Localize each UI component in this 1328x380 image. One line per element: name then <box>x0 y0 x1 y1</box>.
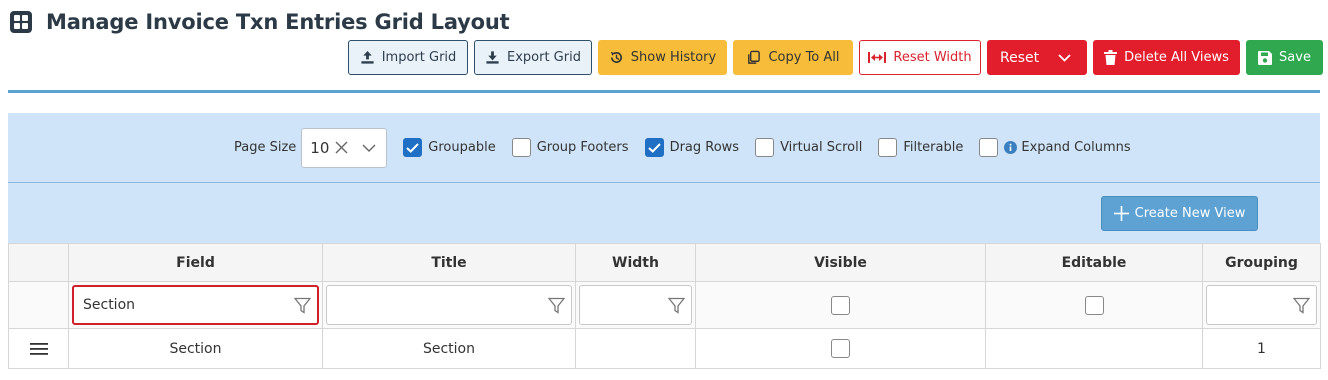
page-size-value: 10 <box>310 138 330 157</box>
filter-cell-grouping <box>1202 281 1321 329</box>
visible-filter-checkbox[interactable] <box>831 295 850 315</box>
filter-cell-width <box>575 281 696 329</box>
grouping-filter-input[interactable] <box>1206 285 1317 325</box>
cell-grouping: 1 <box>1202 328 1321 369</box>
filterable-checkbox[interactable] <box>878 138 898 157</box>
create-new-view-button[interactable]: Create New View <box>1101 196 1258 231</box>
filter-icon[interactable] <box>294 297 311 314</box>
chevron-down-icon[interactable] <box>1050 41 1086 74</box>
column-header-visible[interactable]: Visible <box>695 243 986 282</box>
groupable-checkbox[interactable] <box>403 138 423 157</box>
visible-checkbox[interactable] <box>831 339 850 358</box>
copy-to-all-button[interactable]: Copy To All <box>733 40 853 75</box>
drag-rows-checkbox[interactable] <box>644 138 664 157</box>
drag-handle-icon[interactable] <box>29 342 48 355</box>
field-filter-input[interactable]: Section <box>72 285 319 325</box>
expand-columns-checkbox[interactable] <box>979 138 999 157</box>
filter-row: Section <box>8 281 1321 329</box>
import-grid-button[interactable]: Import Grid <box>348 40 468 75</box>
grid-icon <box>10 11 32 33</box>
view-panel: Create New View <box>8 183 1320 243</box>
filter-icon[interactable] <box>1293 297 1310 314</box>
groupable-option[interactable]: Groupable <box>403 138 496 157</box>
show-history-button[interactable]: Show History <box>598 40 727 75</box>
download-icon <box>486 51 499 64</box>
table-row[interactable]: Section Section 1 <box>8 328 1321 369</box>
page-size-label: Page Size <box>234 140 297 155</box>
info-icon <box>1004 141 1018 154</box>
delete-all-views-button[interactable]: Delete All Views <box>1093 40 1240 75</box>
chevron-down-icon[interactable] <box>362 144 376 152</box>
filter-cell-visible <box>695 281 986 329</box>
column-header-field[interactable]: Field <box>68 243 323 282</box>
clear-icon[interactable] <box>335 141 348 154</box>
group-footers-option[interactable]: Group Footers <box>511 138 629 157</box>
save-icon <box>1258 50 1273 65</box>
drag-rows-option[interactable]: Drag Rows <box>644 138 739 157</box>
cell-editable <box>985 328 1203 369</box>
filter-cell-editable <box>985 281 1203 329</box>
page-size-select[interactable]: 10 <box>301 127 388 168</box>
column-header-title[interactable]: Title <box>322 243 576 282</box>
cell-field: Section <box>68 328 323 369</box>
grid-options-panel: Page Size 10 Groupable Group Footers Dra… <box>8 113 1320 183</box>
filter-cell-title <box>322 281 576 329</box>
column-header-editable[interactable]: Editable <box>985 243 1203 282</box>
arrows-horizontal-icon <box>868 52 887 63</box>
column-header-width[interactable]: Width <box>575 243 696 282</box>
export-grid-button[interactable]: Export Grid <box>474 40 592 75</box>
filter-icon[interactable] <box>668 297 685 314</box>
virtual-scroll-option[interactable]: Virtual Scroll <box>755 138 862 157</box>
width-filter-input[interactable] <box>579 285 692 325</box>
layout-grid: Field Title Width Visible Editable Group… <box>8 243 1321 369</box>
filter-cell-empty <box>8 281 69 329</box>
grid-header-row: Field Title Width Visible Editable Group… <box>8 243 1321 282</box>
header-divider <box>8 90 1320 93</box>
plus-icon <box>1113 206 1129 221</box>
editable-filter-checkbox[interactable] <box>1084 295 1104 315</box>
filter-icon[interactable] <box>548 297 565 314</box>
page-title: Manage Invoice Txn Entries Grid Layout <box>46 10 510 34</box>
drag-handle-header <box>8 243 69 282</box>
cell-title: Section <box>322 328 576 369</box>
check-icon <box>406 142 420 153</box>
expand-columns-option[interactable]: Expand Columns <box>979 138 1131 157</box>
toolbar: Import Grid Export Grid Show History Cop… <box>348 40 1323 76</box>
virtual-scroll-checkbox[interactable] <box>755 138 775 157</box>
reset-dropdown-button[interactable]: Reset <box>987 40 1087 75</box>
cell-width <box>575 328 696 369</box>
filterable-option[interactable]: Filterable <box>878 138 963 157</box>
check-icon <box>647 142 661 153</box>
copy-icon <box>748 50 761 64</box>
save-button[interactable]: Save <box>1246 40 1323 75</box>
trash-icon <box>1104 50 1118 65</box>
title-filter-input[interactable] <box>326 285 572 325</box>
column-header-grouping[interactable]: Grouping <box>1202 243 1321 282</box>
page-header: Manage Invoice Txn Entries Grid Layout <box>10 8 510 36</box>
upload-icon <box>361 50 374 64</box>
group-footers-checkbox[interactable] <box>511 138 531 157</box>
filter-cell-field: Section <box>68 281 323 329</box>
cell-visible <box>695 328 986 369</box>
history-icon <box>610 51 622 63</box>
reset-width-button[interactable]: Reset Width <box>859 40 981 75</box>
drag-handle-cell[interactable] <box>8 328 69 369</box>
